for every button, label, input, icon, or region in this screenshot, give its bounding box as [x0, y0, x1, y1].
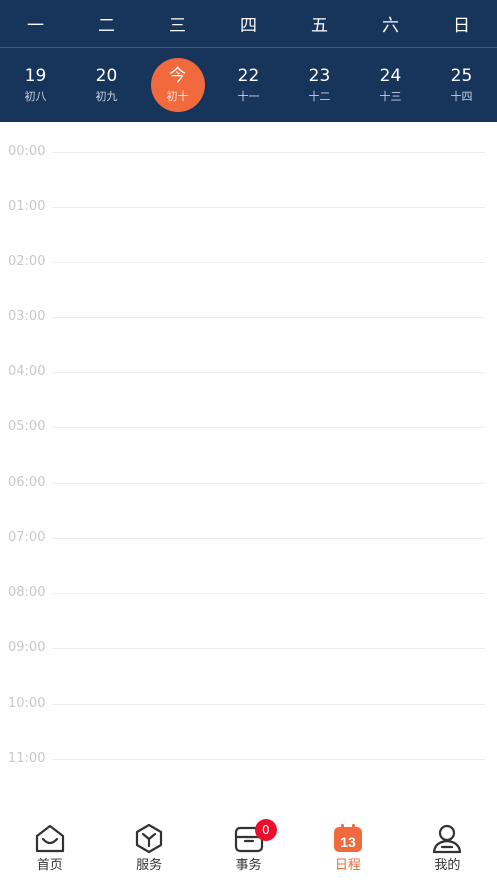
home-icon [34, 822, 66, 854]
nav-item-affairs[interactable]: 0 事务 [199, 805, 298, 883]
hour-label: 07:00 [8, 530, 46, 545]
hour-divider [52, 483, 485, 484]
nav-item-service[interactable]: 服务 [99, 805, 198, 883]
hour-label: 05:00 [8, 419, 46, 434]
user-icon [431, 822, 463, 854]
lunar-date: 十二 [308, 89, 331, 103]
hour-label: 08:00 [8, 585, 46, 600]
calendar-icon: 13 [332, 822, 364, 854]
hour-divider [52, 262, 485, 263]
hour-slot[interactable]: 11:00 [0, 749, 497, 769]
notification-badge: 0 [254, 819, 277, 841]
date-number: 今 [169, 65, 186, 86]
hour-slot[interactable]: 00:00 [0, 142, 497, 162]
weekday-thu: 四 [240, 16, 257, 36]
weekday-sat: 六 [382, 16, 399, 36]
nav-label: 日程 [334, 858, 361, 873]
weekday-row: 一 二 三 四 五 六 日 [0, 0, 497, 48]
nav-item-home[interactable]: 首页 [0, 805, 99, 883]
hour-label: 04:00 [8, 364, 46, 379]
hour-divider [52, 704, 485, 705]
hour-label: 00:00 [8, 144, 46, 159]
date-number: 20 [95, 65, 118, 86]
hour-label: 11:00 [8, 751, 46, 766]
hour-divider [52, 152, 485, 153]
lunar-date: 初九 [95, 89, 118, 103]
hour-divider [52, 538, 485, 539]
bottom-nav: 首页 服务 0 事务 13 日程 我的 [0, 805, 497, 883]
nav-label: 首页 [36, 858, 63, 873]
hour-divider [52, 207, 485, 208]
week-header: 一 二 三 四 五 六 日 19 初八 20 初九 今 初十 22 十一 23 … [0, 0, 497, 122]
hour-label: 03:00 [8, 309, 46, 324]
weekday-sun: 日 [453, 16, 470, 36]
lunar-date: 初八 [24, 89, 47, 103]
nav-label: 服务 [136, 858, 163, 873]
hour-label: 02:00 [8, 254, 46, 269]
weekday-mon: 一 [27, 16, 44, 36]
date-number: 23 [308, 65, 331, 86]
date-cell-24[interactable]: 24 十三 [355, 48, 426, 122]
date-cell-22[interactable]: 22 十一 [213, 48, 284, 122]
hour-slot[interactable]: 04:00 [0, 362, 497, 382]
hour-label: 09:00 [8, 640, 46, 655]
hour-divider [52, 427, 485, 428]
date-cell-today[interactable]: 今 初十 [142, 48, 213, 122]
lunar-date: 十一 [237, 89, 260, 103]
date-cell-23[interactable]: 23 十二 [284, 48, 355, 122]
day-timeline[interactable]: 00:00 01:00 02:00 03:00 04:00 05:00 06:0… [0, 122, 497, 805]
lunar-date: 十三 [379, 89, 402, 103]
hour-slot[interactable]: 02:00 [0, 252, 497, 272]
hour-label: 01:00 [8, 199, 46, 214]
date-cell-20[interactable]: 20 初九 [71, 48, 142, 122]
date-number: 24 [379, 65, 402, 86]
hour-divider [52, 593, 485, 594]
nav-item-schedule[interactable]: 13 日程 [298, 805, 397, 883]
hour-divider [52, 317, 485, 318]
hour-slot[interactable]: 06:00 [0, 473, 497, 493]
lunar-date: 十四 [450, 89, 473, 103]
hour-slot[interactable]: 05:00 [0, 417, 497, 437]
hour-slot[interactable]: 03:00 [0, 307, 497, 327]
cube-icon [133, 822, 165, 854]
date-cell-25[interactable]: 25 十四 [426, 48, 497, 122]
weekday-wed: 三 [169, 16, 186, 36]
hour-divider [52, 372, 485, 373]
hour-divider [52, 759, 485, 760]
hour-slot[interactable]: 01:00 [0, 197, 497, 217]
hour-slot[interactable]: 07:00 [0, 528, 497, 548]
hour-divider [52, 648, 485, 649]
hour-label: 10:00 [8, 696, 46, 711]
date-number: 22 [237, 65, 260, 86]
hour-slot[interactable]: 08:00 [0, 583, 497, 603]
date-number: 25 [450, 65, 473, 86]
date-cell-19[interactable]: 19 初八 [0, 48, 71, 122]
hour-slot[interactable]: 09:00 [0, 638, 497, 658]
calendar-day-number: 13 [340, 834, 356, 850]
hour-slot[interactable]: 10:00 [0, 694, 497, 714]
hour-label: 06:00 [8, 475, 46, 490]
date-number: 19 [24, 65, 47, 86]
weekday-fri: 五 [311, 16, 328, 36]
nav-label: 我的 [434, 858, 461, 873]
weekday-tue: 二 [98, 16, 115, 36]
nav-label: 事务 [235, 858, 262, 873]
date-row: 19 初八 20 初九 今 初十 22 十一 23 十二 24 十三 25 十四 [0, 48, 497, 122]
lunar-date: 初十 [166, 89, 189, 103]
nav-item-mine[interactable]: 我的 [398, 805, 497, 883]
